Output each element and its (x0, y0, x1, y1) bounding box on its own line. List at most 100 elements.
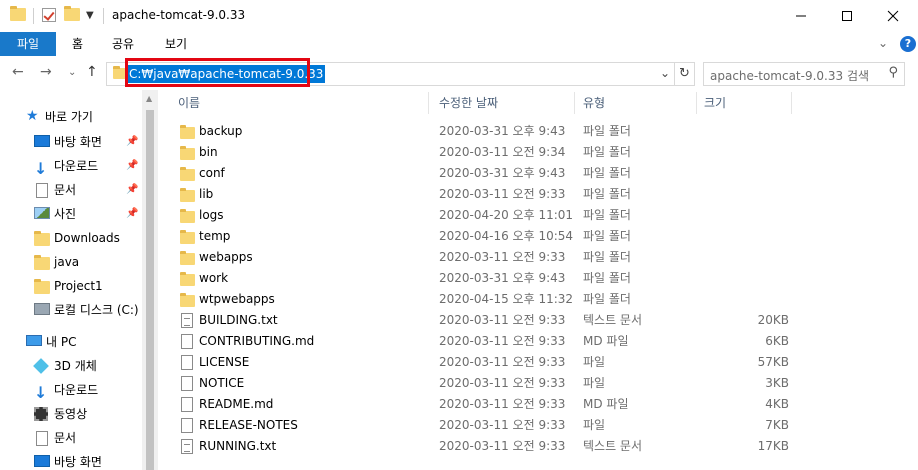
file-date: 2020-03-11 오전 9:34 (439, 145, 566, 159)
tab-share[interactable]: 공유 (98, 32, 148, 56)
pin-icon[interactable]: 📌 (126, 203, 138, 225)
address-bar[interactable]: C:₩java₩apache-tomcat-9.0.33 ⌄ (106, 58, 675, 87)
file-row[interactable]: bin 2020-03-11 오전 9:34 파일 폴더 (178, 142, 798, 163)
file-row[interactable]: work 2020-03-31 오후 9:43 파일 폴더 (178, 268, 798, 289)
scroll-up-icon[interactable]: ▲ (146, 94, 152, 103)
tab-home[interactable]: 홈 (58, 32, 97, 56)
file-name: backup (199, 124, 243, 138)
close-button[interactable] (870, 0, 916, 32)
file-type: 파일 폴더 (583, 229, 631, 243)
sidebar-item-documents[interactable]: 문서 📌 (34, 179, 144, 201)
file-row[interactable]: lib 2020-03-11 오전 9:33 파일 폴더 (178, 184, 798, 205)
text-file-icon (180, 313, 193, 328)
file-row[interactable]: webapps 2020-03-11 오전 9:33 파일 폴더 (178, 247, 798, 268)
close-icon (887, 10, 899, 22)
sidebar-item-label: Project1 (54, 279, 103, 293)
sidebar-item-desktop[interactable]: 바탕 화면 📌 (34, 131, 144, 153)
sidebar-item-downloads[interactable]: ↓ 다운로드 📌 (34, 155, 144, 177)
file-row[interactable]: conf 2020-03-31 오후 9:43 파일 폴더 (178, 163, 798, 184)
star-icon: ★ (26, 108, 39, 124)
up-arrow-icon[interactable]: ↑ (86, 64, 98, 80)
pin-icon[interactable]: 📌 (126, 131, 138, 153)
file-row[interactable]: README.md 2020-03-11 오전 9:33 MD 파일 4KB (178, 394, 798, 415)
file-size (698, 184, 789, 205)
folder-icon (180, 187, 195, 202)
file-date: 2020-03-11 오전 9:33 (439, 418, 566, 432)
file-type: 텍스트 문서 (583, 439, 643, 453)
file-name: lib (199, 187, 214, 201)
divider (103, 8, 104, 24)
drive-icon (34, 303, 50, 317)
window-title: apache-tomcat-9.0.33 (112, 8, 246, 22)
file-row[interactable]: CONTRIBUTING.md 2020-03-11 오전 9:33 MD 파일 6K… (178, 331, 798, 352)
help-icon[interactable]: ? (900, 36, 916, 52)
column-divider[interactable] (791, 92, 792, 114)
folder-icon (34, 255, 50, 270)
pictures-icon (34, 207, 50, 221)
file-date: 2020-03-11 오전 9:33 (439, 397, 566, 411)
recent-locations-chevron-icon[interactable]: ⌄ (68, 67, 76, 78)
new-folder-icon[interactable] (64, 6, 80, 21)
file-date: 2020-03-31 오후 9:43 (439, 166, 566, 180)
file-row[interactable]: logs 2020-04-20 오후 11:01 파일 폴더 (178, 205, 798, 226)
address-highlight-box (125, 58, 310, 87)
file-icon (180, 334, 193, 349)
address-dropdown-chevron-icon[interactable]: ⌄ (660, 66, 670, 80)
file-row[interactable]: wtpwebapps 2020-04-15 오후 11:32 파일 폴더 (178, 289, 798, 310)
pin-icon[interactable]: 📌 (126, 155, 138, 177)
sidebar-item-label: java (54, 255, 80, 269)
search-box[interactable]: apache-tomcat-9.0.33 검색 ⚲ (703, 62, 905, 86)
file-type: MD 파일 (583, 397, 629, 411)
file-name: RELEASE-NOTES (199, 418, 298, 432)
file-type: 파일 폴더 (583, 292, 631, 306)
sidebar-scrollbar[interactable]: ▲ (142, 90, 158, 470)
file-row[interactable]: backup 2020-03-31 오후 9:43 파일 폴더 (178, 121, 798, 142)
file-row[interactable]: NOTICE 2020-03-11 오전 9:33 파일 3KB (178, 373, 798, 394)
file-name: temp (199, 229, 231, 243)
file-type: 파일 폴더 (583, 271, 631, 285)
file-size (698, 121, 789, 142)
file-date: 2020-03-11 오전 9:33 (439, 250, 566, 264)
column-divider[interactable] (696, 92, 697, 114)
desktop-icon (34, 455, 50, 469)
column-divider[interactable] (428, 92, 429, 114)
forward-arrow-icon[interactable]: → (40, 64, 52, 80)
minimize-button[interactable] (778, 0, 824, 32)
column-divider[interactable] (574, 92, 575, 114)
file-size: 57KB (757, 355, 789, 369)
quick-access-toolbar-dropdown-icon[interactable]: ▼ (86, 10, 94, 21)
file-row[interactable]: RUNNING.txt 2020-03-11 오전 9:33 텍스트 문서 17KB (178, 436, 798, 457)
ribbon-expand-icon[interactable]: ⌄ (878, 36, 888, 50)
column-header-type[interactable]: 유형 (583, 90, 605, 116)
refresh-button[interactable]: ↻ (675, 62, 695, 86)
file-size: 3KB (765, 376, 789, 390)
sidebar-item-label: 로컬 디스크 (C:) (54, 303, 139, 317)
file-row[interactable]: temp 2020-04-16 오후 10:54 파일 폴더 (178, 226, 798, 247)
document-icon (34, 183, 50, 198)
maximize-button[interactable] (824, 0, 870, 32)
back-arrow-icon[interactable]: ← (12, 64, 24, 80)
column-header-size[interactable]: 크기 (704, 90, 726, 116)
file-row[interactable]: BUILDING.txt 2020-03-11 오전 9:33 텍스트 문서 20KB (178, 310, 798, 331)
sidebar-item-pictures[interactable]: 사진 📌 (34, 203, 144, 225)
file-size (698, 289, 789, 310)
file-size (698, 226, 789, 247)
pin-icon[interactable]: 📌 (126, 179, 138, 201)
sidebar-item-local-disk[interactable]: 로컬 디스크 (C:) (34, 299, 142, 321)
file-date: 2020-03-11 오전 9:33 (439, 313, 566, 327)
column-header-date[interactable]: 수정한 날짜 (439, 90, 498, 116)
file-type: 파일 (583, 418, 606, 432)
file-row[interactable]: RELEASE-NOTES 2020-03-11 오전 9:33 파일 7KB (178, 415, 798, 436)
navigation-pane: ★ 바로 가기 바탕 화면 📌 ↓ 다운로드 📌 문서 📌 사진 📌 Downl… (0, 90, 158, 470)
search-input[interactable]: apache-tomcat-9.0.33 검색 (710, 67, 869, 84)
file-name: README.md (199, 397, 274, 411)
file-name: wtpwebapps (199, 292, 275, 306)
tab-view[interactable]: 보기 (151, 32, 201, 56)
file-type: MD 파일 (583, 334, 629, 348)
file-name: conf (199, 166, 225, 180)
properties-checkbox-icon[interactable] (42, 8, 56, 22)
column-header-name[interactable]: 이름 (178, 90, 200, 116)
scrollbar-thumb[interactable] (146, 110, 154, 470)
tab-file[interactable]: 파일 (0, 32, 56, 56)
file-row[interactable]: LICENSE 2020-03-11 오전 9:33 파일 57KB (178, 352, 798, 373)
